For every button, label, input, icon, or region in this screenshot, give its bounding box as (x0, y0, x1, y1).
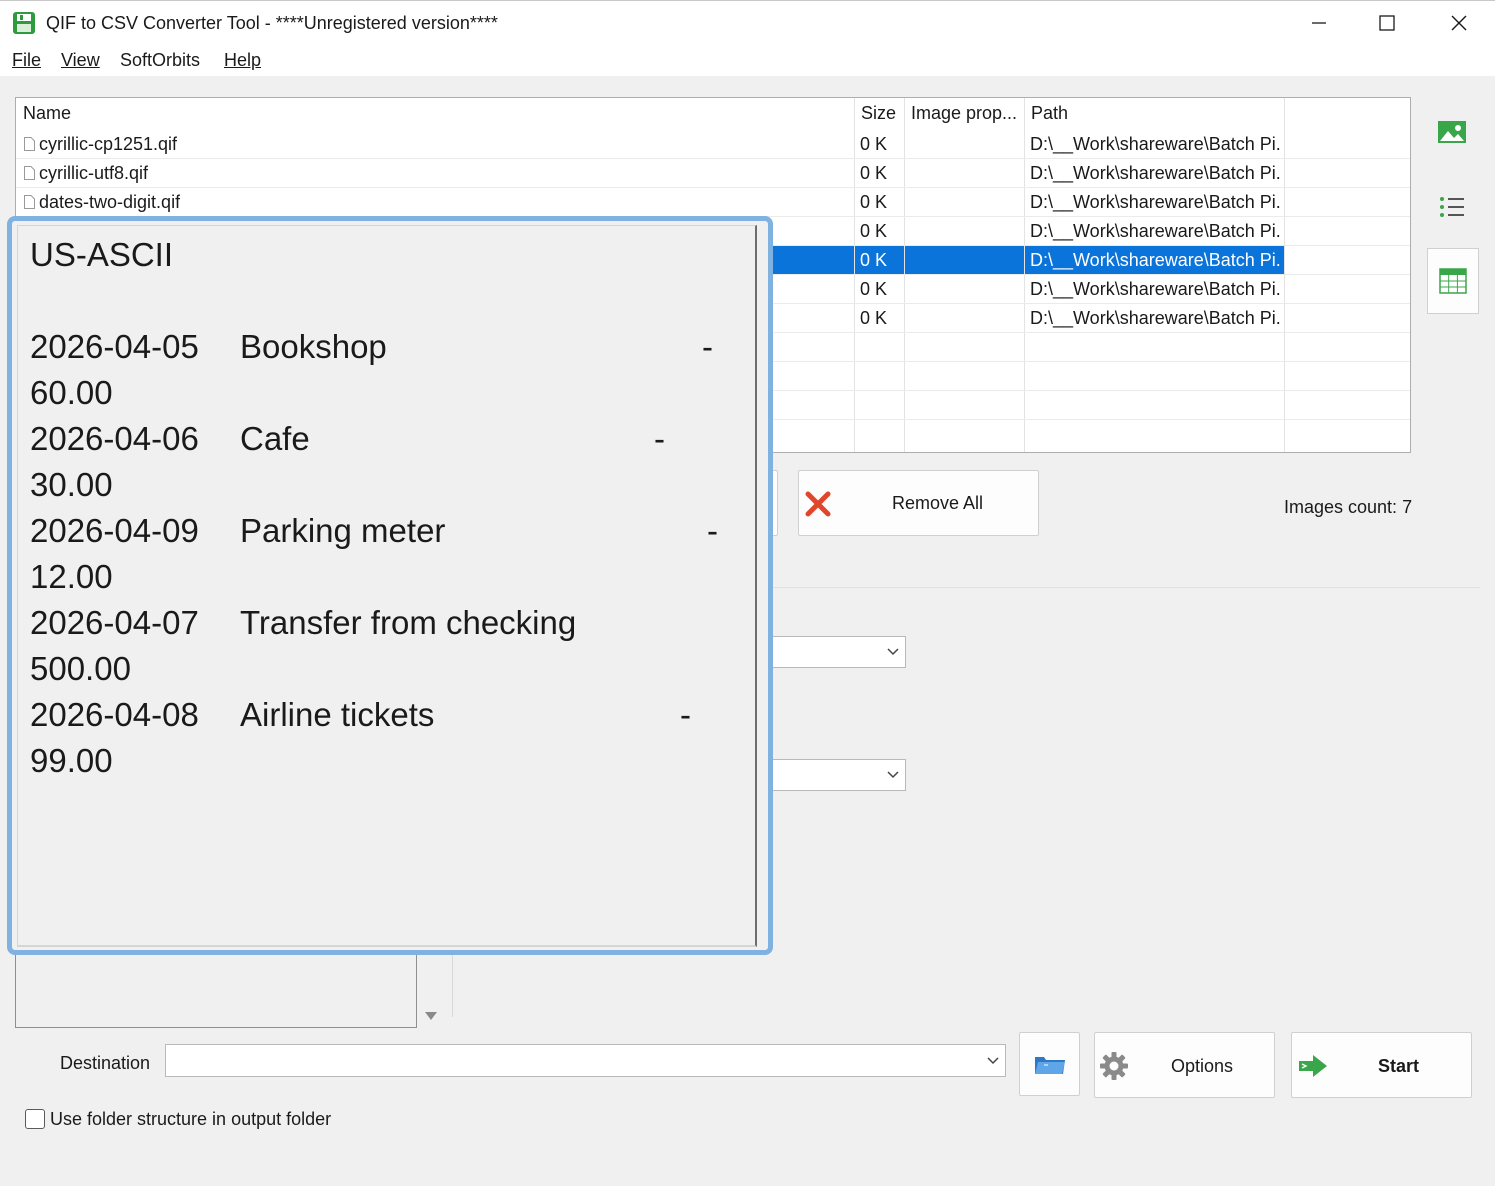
window-title: QIF to CSV Converter Tool - ****Unregist… (46, 13, 498, 33)
transaction-sign: - (680, 696, 691, 733)
images-count: Images count: 7 (1284, 497, 1413, 517)
remove-icon (805, 491, 831, 517)
table-row-path: D:\__Work\shareware\Batch Pi... (1030, 250, 1280, 270)
preview-encoding: US-ASCII (30, 236, 174, 273)
transaction-sign: - (702, 328, 713, 365)
options-button[interactable]: Options (1094, 1032, 1275, 1098)
column-header-name[interactable]: Name (16, 98, 71, 128)
minimize-icon (1312, 22, 1326, 24)
transaction-date: 2026-04-07 (30, 604, 199, 641)
transaction-amount: 60.00 (30, 374, 113, 411)
table-row-size: 0 K (860, 134, 888, 154)
use-folder-structure-label[interactable]: Use folder structure in output folder (50, 1109, 331, 1130)
preview-content: US-ASCII 2026-04-05 Bookshop - 60.00 202… (17, 225, 757, 947)
close-icon (1451, 15, 1467, 31)
transaction-payee: Transfer from checking (240, 604, 577, 641)
destination-label: Destination (60, 1053, 151, 1073)
close-button[interactable] (1424, 1, 1494, 45)
title-bar: QIF to CSV Converter Tool - ****Unregist… (0, 0, 1495, 44)
table-row-path: D:\__Work\shareware\Batch Pi... (1030, 134, 1280, 154)
folder-icon (1034, 1057, 1065, 1074)
table-row-size: 0 K (860, 250, 888, 270)
chevron-down-icon (887, 648, 899, 656)
splitter[interactable] (452, 955, 453, 1017)
transaction-amount: 30.00 (30, 466, 113, 503)
browse-folder-button[interactable] (1019, 1032, 1080, 1096)
table-row-name[interactable]: cyrillic-utf8.qif (39, 159, 148, 188)
use-folder-structure-checkbox[interactable] (25, 1109, 45, 1129)
start-button[interactable]: Start (1291, 1032, 1472, 1098)
transaction-date: 2026-04-05 (30, 328, 199, 365)
transaction-payee: Bookshop (240, 328, 387, 365)
table-row-path: D:\__Work\shareware\Batch Pi... (1030, 192, 1280, 212)
chevron-down-icon (987, 1057, 999, 1065)
transaction-amount: 99.00 (30, 742, 113, 779)
table-row-size: 0 K (860, 163, 888, 183)
gear-icon (1100, 1052, 1128, 1080)
transaction-payee: Airline tickets (240, 696, 435, 733)
menu-help[interactable]: Help (224, 50, 261, 71)
transaction-amount: 500.00 (30, 650, 131, 687)
column-header-path[interactable]: Path (1024, 98, 1068, 128)
arrow-right-icon (1299, 1055, 1327, 1077)
maximize-icon (1379, 15, 1395, 31)
menu-softorbits[interactable]: SoftOrbits (120, 50, 200, 71)
remove-all-label: Remove All (892, 493, 984, 513)
transaction-date: 2026-04-08 (30, 696, 199, 733)
scroll-down-arrow-icon[interactable] (424, 1011, 438, 1021)
list-view-button[interactable] (1428, 185, 1476, 229)
table-row-name[interactable]: cyrillic-cp1251.qif (39, 130, 177, 159)
file-icon (24, 195, 35, 209)
file-icon (24, 166, 35, 180)
thumbnail-view-button[interactable] (1428, 110, 1476, 154)
table-row-path: D:\__Work\shareware\Batch Pi... (1030, 279, 1280, 299)
menu-bar: File View SoftOrbits Help (0, 44, 1495, 76)
maximize-button[interactable] (1352, 1, 1422, 45)
table-row-size: 0 K (860, 221, 888, 241)
menu-view[interactable]: View (61, 50, 100, 71)
destination-field[interactable] (165, 1044, 1006, 1077)
transaction-payee: Cafe (240, 420, 310, 457)
file-icon (24, 137, 35, 151)
table-row-size: 0 K (860, 192, 888, 212)
list-icon (1440, 197, 1464, 217)
table-row-path: D:\__Work\shareware\Batch Pi... (1030, 308, 1280, 328)
chevron-down-icon (887, 771, 899, 779)
table-row-size: 0 K (860, 279, 888, 299)
table-icon (1439, 268, 1467, 294)
preview-popup: US-ASCII 2026-04-05 Bookshop - 60.00 202… (7, 216, 773, 955)
column-header-image-prop[interactable]: Image prop... (904, 98, 1017, 128)
table-row-path: D:\__Work\shareware\Batch Pi... (1030, 221, 1280, 241)
transaction-amount: 12.00 (30, 558, 113, 595)
transaction-payee: Parking meter (240, 512, 446, 549)
app-icon (13, 12, 35, 34)
start-label: Start (1378, 1056, 1420, 1076)
image-icon (1438, 121, 1466, 143)
transaction-date: 2026-04-09 (30, 512, 199, 549)
remove-all-button[interactable]: Remove All (798, 470, 1039, 536)
transaction-sign: - (707, 512, 718, 549)
options-label: Options (1171, 1056, 1234, 1076)
table-row-size: 0 K (860, 308, 888, 328)
preview-list[interactable] (15, 955, 417, 1028)
separator (773, 587, 1480, 588)
column-header-size[interactable]: Size (854, 98, 896, 128)
table-row-name[interactable]: dates-two-digit.qif (39, 188, 180, 217)
minimize-button[interactable] (1284, 1, 1354, 45)
table-row-path: D:\__Work\shareware\Batch Pi... (1030, 163, 1280, 183)
transaction-sign: - (654, 420, 665, 457)
menu-file[interactable]: File (12, 50, 41, 71)
transaction-date: 2026-04-06 (30, 420, 199, 457)
table-view-button[interactable] (1427, 248, 1479, 314)
